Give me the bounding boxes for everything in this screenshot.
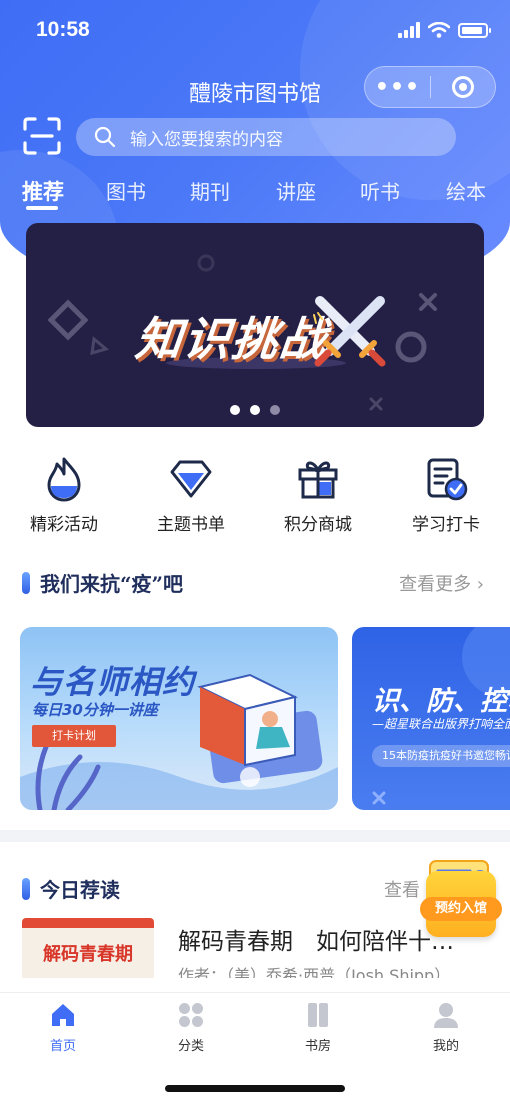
tabbar-home[interactable]: 首页 bbox=[13, 1001, 113, 1054]
crossed-swords-icon bbox=[313, 296, 386, 367]
more-menu-button[interactable]: ••• bbox=[365, 75, 430, 100]
search-input[interactable]: 输入您要搜索的内容 bbox=[76, 118, 456, 156]
bookshelf-icon bbox=[308, 1003, 328, 1027]
quick-entry-label: 精彩活动 bbox=[30, 515, 98, 535]
tabbar-label: 书房 bbox=[304, 1039, 331, 1054]
card-subtitle: 每日30分钟一讲座 bbox=[32, 701, 158, 719]
tabbar-label: 我的 bbox=[432, 1039, 459, 1054]
home-indicator bbox=[165, 1085, 345, 1092]
see-more-link[interactable]: 查看 bbox=[384, 876, 420, 902]
section-accent-bar bbox=[22, 572, 30, 594]
flame-icon bbox=[47, 457, 81, 502]
epidemic-books-card[interactable]: 识、防、控、治 —超星联合出版界打响全面战 15本防疫抗疫好书邀您畅读 bbox=[352, 627, 510, 810]
reserve-entry-floating-button[interactable]: 预约入馆 bbox=[420, 855, 502, 945]
section-title: 今日荐读 bbox=[40, 878, 120, 902]
carousel-dot[interactable] bbox=[270, 405, 280, 415]
status-bar: 10:58 bbox=[0, 0, 510, 60]
tabbar-label: 分类 bbox=[177, 1039, 204, 1054]
tabbar-bookshelf[interactable]: 书房 bbox=[268, 1001, 368, 1054]
scan-icon[interactable] bbox=[22, 116, 62, 156]
section-header-fight-epidemic: 我们来抗“疫”吧 查看更多 › bbox=[0, 568, 510, 598]
home-icon bbox=[52, 1004, 74, 1026]
diamond-icon bbox=[170, 460, 212, 498]
tab-recommend[interactable]: 推荐 bbox=[22, 176, 64, 206]
checklist-icon bbox=[427, 458, 468, 501]
quick-entry-label: 积分商城 bbox=[284, 515, 352, 535]
card-tag: 打卡计划 bbox=[32, 725, 116, 747]
search-placeholder: 输入您要搜索的内容 bbox=[130, 129, 283, 150]
section-divider bbox=[0, 830, 510, 842]
book-author: 作者：（美）乔希·西普（Josh Shipp） bbox=[178, 966, 451, 978]
tab-lectures[interactable]: 讲座 bbox=[276, 176, 316, 205]
status-icons bbox=[398, 22, 491, 38]
book-cover: 解码青春期 bbox=[22, 918, 154, 978]
cover-title: 解码青春期 bbox=[43, 944, 133, 965]
battery-icon bbox=[458, 22, 491, 38]
search-icon bbox=[94, 126, 116, 148]
book-title: 解码青春期 如何陪伴十… bbox=[178, 929, 454, 955]
tab-books[interactable]: 图书 bbox=[106, 176, 146, 205]
tab-journals[interactable]: 期刊 bbox=[190, 176, 230, 205]
quick-entry-activities[interactable]: 精彩活动 bbox=[0, 456, 128, 535]
carousel-dot[interactable] bbox=[230, 405, 240, 415]
cellular-signal-icon bbox=[398, 22, 420, 38]
carousel-indicator bbox=[26, 405, 484, 415]
tabbar-category[interactable]: 分类 bbox=[141, 1001, 241, 1054]
quick-entry-label: 主题书单 bbox=[157, 515, 225, 535]
quick-entry-checkin[interactable]: 学习打卡 bbox=[382, 456, 510, 535]
cover-stripe bbox=[22, 918, 154, 928]
status-time: 10:58 bbox=[36, 18, 90, 41]
record-icon bbox=[451, 76, 474, 98]
gift-icon bbox=[298, 461, 338, 499]
quick-entry-booklists[interactable]: 主题书单 bbox=[127, 456, 255, 535]
see-more-link[interactable]: 查看更多 › bbox=[399, 570, 484, 596]
card-pill: 15本防疫抗疫好书邀您畅读 bbox=[372, 745, 510, 767]
tab-picture-books[interactable]: 绘本 bbox=[446, 176, 486, 205]
wifi-icon bbox=[428, 22, 450, 38]
section-title: 我们来抗“疫”吧 bbox=[40, 572, 184, 596]
card-title: 与名师相约 bbox=[30, 663, 196, 701]
miniprogram-capsule: ••• bbox=[364, 66, 496, 108]
category-tabs: 推荐 图书 期刊 讲座 听书 绘本 bbox=[0, 172, 510, 212]
carousel-dot-active[interactable] bbox=[250, 405, 260, 415]
quick-entry-label: 学习打卡 bbox=[412, 515, 480, 535]
quick-entry-grid: 精彩活动 主题书单 积分商城 学习打卡 bbox=[0, 456, 510, 546]
banner-carousel[interactable]: 知识挑战 bbox=[26, 223, 484, 427]
tabbar-label: 首页 bbox=[49, 1039, 76, 1054]
section-accent-bar bbox=[22, 878, 30, 900]
active-tab-underline bbox=[26, 206, 58, 210]
card-subtitle: —超星联合出版界打响全面战 bbox=[372, 717, 510, 731]
tabbar-profile[interactable]: 我的 bbox=[396, 1001, 496, 1054]
card-title: 识、防、控、治 bbox=[372, 686, 510, 717]
quick-entry-points-mall[interactable]: 积分商城 bbox=[254, 456, 382, 535]
floating-button-label: 预约入馆 bbox=[420, 897, 502, 921]
close-miniprogram-button[interactable] bbox=[431, 76, 495, 98]
lecture-promo-card[interactable]: 与名师相约 每日30分钟一讲座 打卡计划 bbox=[20, 627, 338, 810]
tab-audiobooks[interactable]: 听书 bbox=[360, 176, 400, 205]
banner-title: 知识挑战 bbox=[132, 312, 331, 366]
user-icon bbox=[434, 1003, 458, 1028]
category-icon bbox=[179, 1003, 203, 1027]
